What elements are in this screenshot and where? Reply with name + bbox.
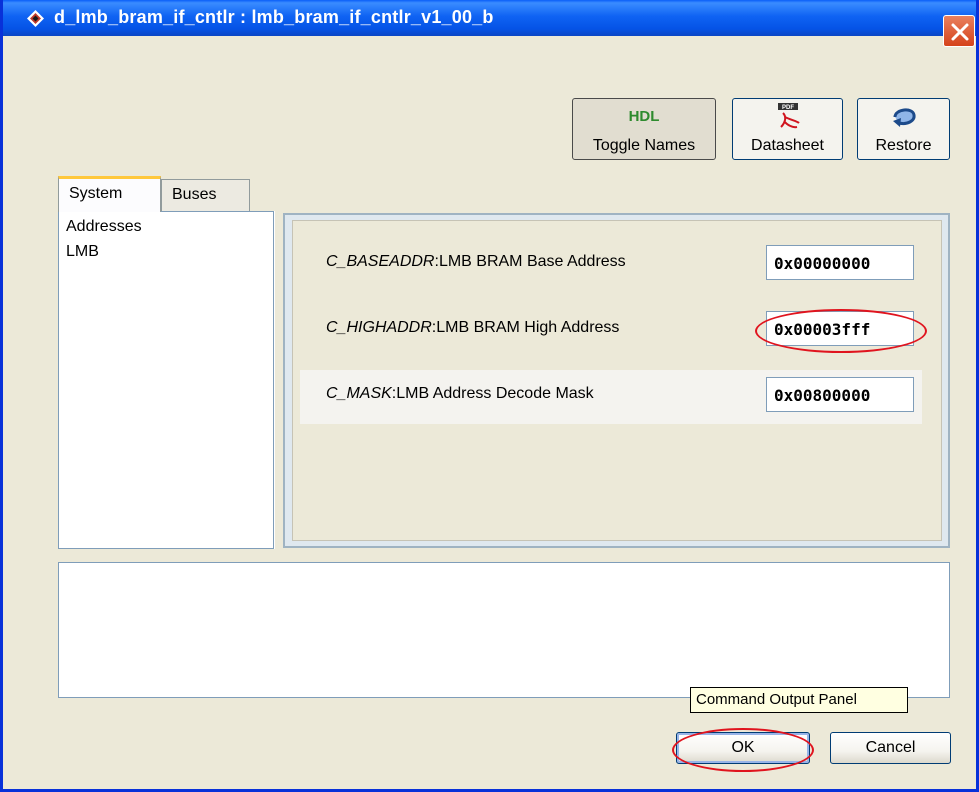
- hdl-icon: HDL: [628, 108, 660, 125]
- mask-input[interactable]: 0x00800000: [766, 377, 914, 412]
- pdf-icon: PDF: [733, 103, 842, 131]
- param-row-mask: C_MASK:LMB Address Decode Mask 0x0080000…: [300, 370, 922, 424]
- param-row-baseaddr: C_BASEADDR:LMB BRAM Base Address 0x00000…: [300, 238, 922, 292]
- window-title: d_lmb_bram_if_cntlr : lmb_bram_if_cntlr_…: [54, 7, 494, 27]
- title-bar[interactable]: d_lmb_bram_if_cntlr : lmb_bram_if_cntlr_…: [3, 0, 976, 47]
- app-icon: [27, 10, 44, 27]
- parameter-panel: C_BASEADDR:LMB BRAM Base Address 0x00000…: [283, 213, 950, 548]
- param-label: C_HIGHADDR:LMB BRAM High Address: [326, 319, 620, 336]
- command-output-tooltip: Command Output Panel: [690, 687, 908, 713]
- toggle-names-label: Toggle Names: [592, 137, 696, 154]
- param-label: C_BASEADDR:LMB BRAM Base Address: [326, 253, 626, 270]
- param-label: C_MASK:LMB Address Decode Mask: [326, 385, 594, 402]
- dialog-window: d_lmb_bram_if_cntlr : lmb_bram_if_cntlr_…: [0, 0, 979, 792]
- svg-text:PDF: PDF: [782, 105, 794, 111]
- category-list: Addresses LMB: [58, 211, 274, 549]
- restore-button[interactable]: Restore: [857, 98, 950, 160]
- parameter-list: C_BASEADDR:LMB BRAM Base Address 0x00000…: [292, 220, 942, 541]
- sidebar-item-lmb[interactable]: LMB: [66, 243, 99, 261]
- close-button[interactable]: [943, 15, 975, 47]
- restore-label: Restore: [875, 137, 932, 154]
- close-icon: [951, 23, 969, 41]
- panel-splitter[interactable]: [274, 211, 282, 549]
- tab-buses[interactable]: Buses: [161, 179, 250, 213]
- datasheet-button[interactable]: PDF Datasheet: [732, 98, 843, 160]
- param-row-highaddr: C_HIGHADDR:LMB BRAM High Address 0x00003…: [300, 304, 922, 358]
- ok-button[interactable]: OK: [676, 732, 810, 764]
- command-output-panel[interactable]: [58, 562, 950, 698]
- cancel-button[interactable]: Cancel: [830, 732, 951, 764]
- sidebar-item-addresses[interactable]: Addresses: [66, 218, 142, 236]
- highaddr-input[interactable]: 0x00003fff: [766, 311, 914, 346]
- datasheet-label: Datasheet: [751, 137, 824, 154]
- baseaddr-input[interactable]: 0x00000000: [766, 245, 914, 280]
- tab-system[interactable]: System: [58, 176, 161, 212]
- toggle-names-button[interactable]: HDL Toggle Names: [572, 98, 716, 160]
- restore-icon: [858, 103, 949, 131]
